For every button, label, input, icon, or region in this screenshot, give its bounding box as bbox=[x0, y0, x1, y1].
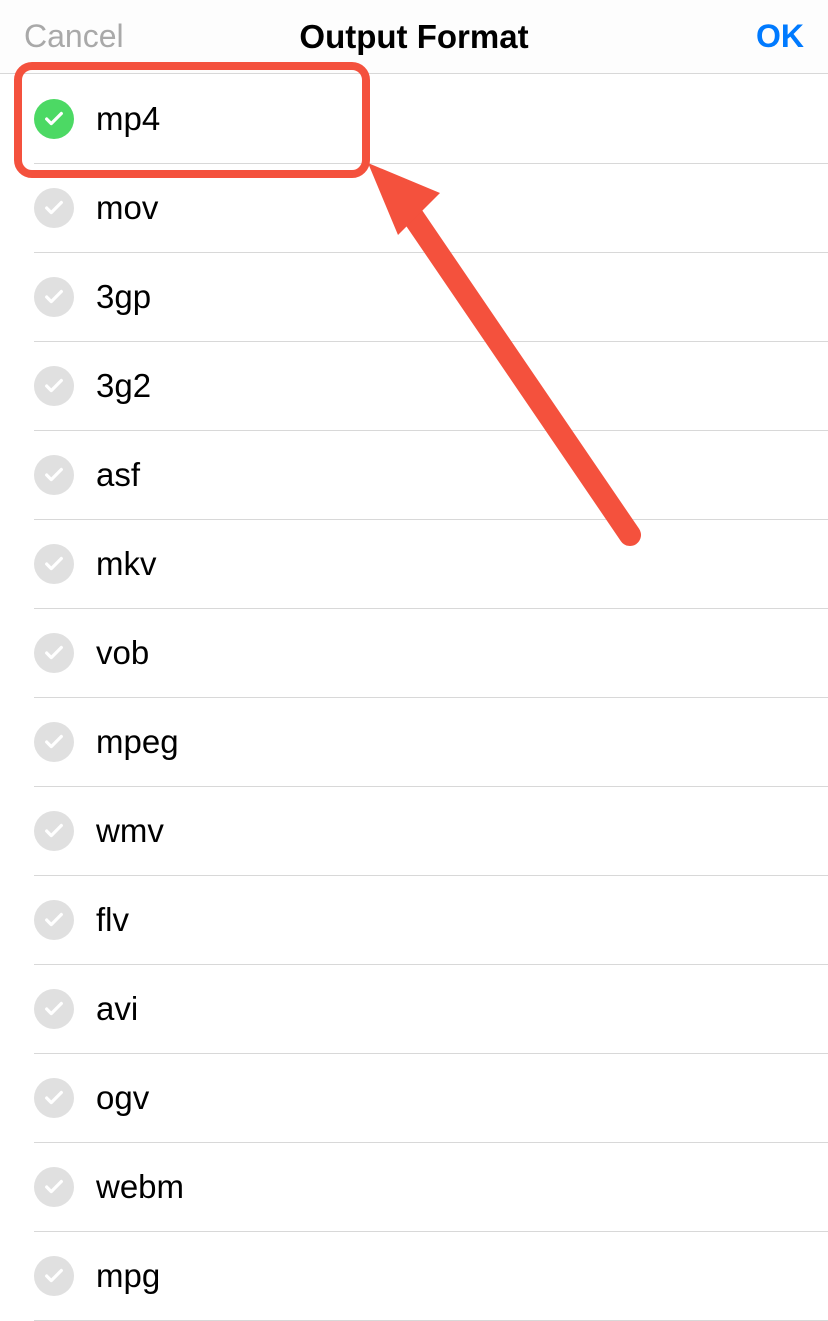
checkmark-unselected-icon bbox=[34, 989, 74, 1029]
checkmark-unselected-icon bbox=[34, 900, 74, 940]
format-row-asf[interactable]: asf bbox=[34, 431, 828, 520]
checkmark-unselected-icon bbox=[34, 455, 74, 495]
header-bar: Cancel Output Format OK bbox=[0, 0, 828, 74]
format-label: 3gp bbox=[96, 278, 151, 316]
checkmark-unselected-icon bbox=[34, 188, 74, 228]
format-label: mov bbox=[96, 189, 158, 227]
checkmark-unselected-icon bbox=[34, 1078, 74, 1118]
format-label: ogv bbox=[96, 1079, 149, 1117]
format-label: vob bbox=[96, 634, 149, 672]
format-row-mp4[interactable]: mp4 bbox=[34, 74, 828, 164]
ok-button[interactable]: OK bbox=[756, 18, 804, 55]
checkmark-selected-icon bbox=[34, 99, 74, 139]
format-label: avi bbox=[96, 990, 138, 1028]
checkmark-unselected-icon bbox=[34, 633, 74, 673]
format-row-vob[interactable]: vob bbox=[34, 609, 828, 698]
format-label: mpg bbox=[96, 1257, 160, 1295]
format-label: wmv bbox=[96, 812, 164, 850]
checkmark-unselected-icon bbox=[34, 366, 74, 406]
format-row-3g2[interactable]: 3g2 bbox=[34, 342, 828, 431]
format-label: mp4 bbox=[96, 100, 160, 138]
checkmark-unselected-icon bbox=[34, 1256, 74, 1296]
format-row-webm[interactable]: webm bbox=[34, 1143, 828, 1232]
format-label: mkv bbox=[96, 545, 157, 583]
checkmark-unselected-icon bbox=[34, 811, 74, 851]
format-label: flv bbox=[96, 901, 129, 939]
format-row-3gp[interactable]: 3gp bbox=[34, 253, 828, 342]
page-title: Output Format bbox=[299, 18, 528, 56]
format-row-mkv[interactable]: mkv bbox=[34, 520, 828, 609]
format-row-mpg[interactable]: mpg bbox=[34, 1232, 828, 1321]
format-row-avi[interactable]: avi bbox=[34, 965, 828, 1054]
checkmark-unselected-icon bbox=[34, 544, 74, 584]
format-row-mov[interactable]: mov bbox=[34, 164, 828, 253]
format-row-mpeg[interactable]: mpeg bbox=[34, 698, 828, 787]
format-label: 3g2 bbox=[96, 367, 151, 405]
format-row-wmv[interactable]: wmv bbox=[34, 787, 828, 876]
checkmark-unselected-icon bbox=[34, 722, 74, 762]
checkmark-unselected-icon bbox=[34, 1167, 74, 1207]
format-row-ogv[interactable]: ogv bbox=[34, 1054, 828, 1143]
cancel-button[interactable]: Cancel bbox=[24, 18, 124, 55]
checkmark-unselected-icon bbox=[34, 277, 74, 317]
format-label: asf bbox=[96, 456, 140, 494]
format-label: webm bbox=[96, 1168, 184, 1206]
format-row-flv[interactable]: flv bbox=[34, 876, 828, 965]
format-list: mp4 mov 3gp 3g2 asf mkv vob mpeg wmv flv avi ogv web… bbox=[0, 74, 828, 1321]
format-label: mpeg bbox=[96, 723, 179, 761]
